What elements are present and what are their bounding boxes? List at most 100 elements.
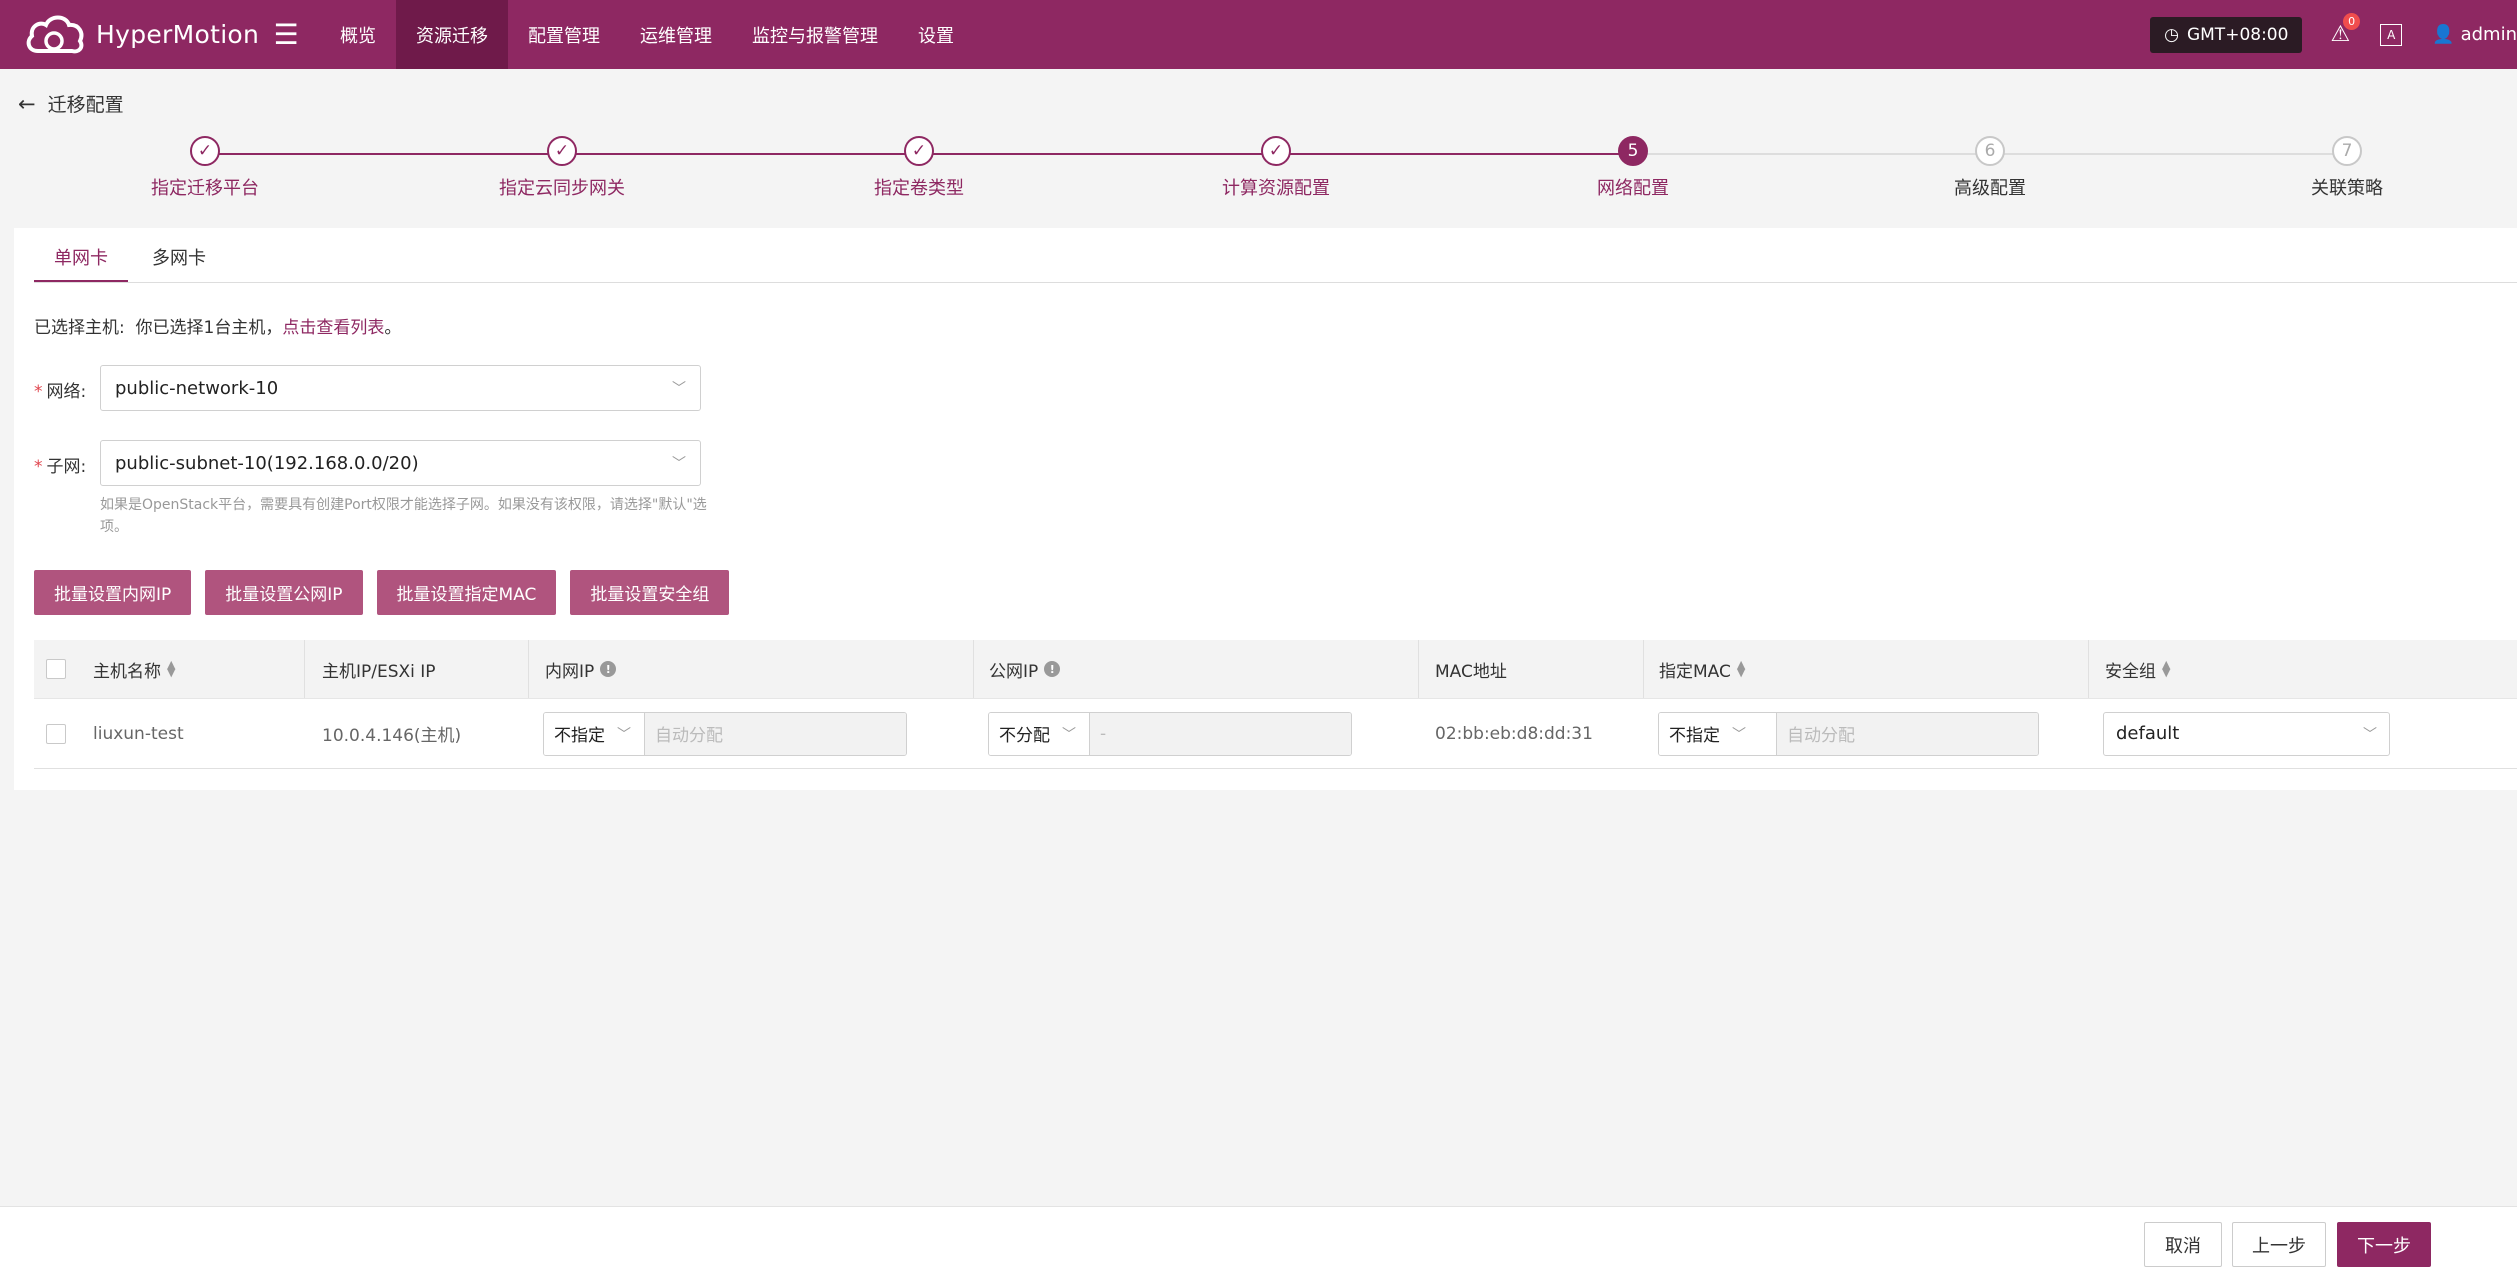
nav-item-resource-migration[interactable]: 资源迁移 bbox=[396, 0, 508, 69]
col-hostname-label: 主机名称 bbox=[93, 661, 161, 682]
public-ip-input[interactable]: - bbox=[1090, 712, 1351, 755]
back-arrow-icon[interactable]: ← bbox=[18, 92, 36, 116]
private-ip-mode-value: 不指定 bbox=[554, 726, 605, 746]
view-list-link[interactable]: 点击查看列表 bbox=[282, 318, 384, 338]
step-1: ✓ 指定迁移平台 bbox=[85, 136, 325, 200]
menu-toggle-icon[interactable]: ☰ bbox=[266, 20, 306, 49]
batch-public-ip-button[interactable]: 批量设置公网IP bbox=[205, 570, 363, 615]
batch-security-group-button[interactable]: 批量设置安全组 bbox=[570, 570, 730, 615]
step-4: ✓ 计算资源配置 bbox=[1156, 136, 1396, 200]
step-label: 指定迁移平台 bbox=[151, 178, 259, 199]
specified-mac-cell: 不指定 ﹀ 自动分配 bbox=[1658, 699, 2039, 768]
security-group-select[interactable]: default ﹀ bbox=[2103, 711, 2390, 756]
nic-tabs: 单网卡 多网卡 bbox=[34, 228, 230, 283]
subnet-label: * 子网: bbox=[34, 457, 87, 477]
info-icon[interactable]: ! bbox=[1044, 661, 1061, 677]
sort-icon: ▲ ▼ bbox=[1736, 658, 1746, 679]
clock-icon: ◷ bbox=[2164, 24, 2179, 45]
nav-item-config-management[interactable]: 配置管理 bbox=[508, 0, 620, 69]
public-ip-mode-value: 不分配 bbox=[999, 726, 1050, 746]
alert-button[interactable]: ⚠ 0 bbox=[2330, 13, 2361, 47]
step-label: 指定云同步网关 bbox=[499, 178, 625, 199]
mac-cell: 02:bb:eb:d8:dd:31 bbox=[1435, 723, 1593, 744]
tab-single-nic[interactable]: 单网卡 bbox=[34, 244, 128, 283]
col-hostname[interactable]: 主机名称 ▲ ▼ bbox=[93, 640, 175, 698]
selected-hosts-label: 已选择主机: bbox=[34, 318, 125, 338]
cloud-logo-icon bbox=[26, 15, 84, 53]
batch-private-ip-button[interactable]: 批量设置内网IP bbox=[34, 570, 192, 615]
check-icon: ✓ bbox=[904, 136, 934, 166]
nav-item-monitoring-alerts[interactable]: 监控与报警管理 bbox=[732, 0, 898, 69]
row-checkbox[interactable] bbox=[46, 723, 66, 744]
sort-icon: ▲ ▼ bbox=[2162, 658, 2171, 679]
page-header: ← 迁移配置 bbox=[18, 90, 124, 117]
network-label: * 网络: bbox=[34, 382, 87, 402]
footer-bar: 取消 上一步 下一步 bbox=[0, 1206, 2517, 1279]
nav-item-overview[interactable]: 概览 bbox=[320, 0, 396, 69]
next-step-button[interactable]: 下一步 bbox=[2337, 1222, 2431, 1267]
hosts-table: 主机名称 ▲ ▼ 主机IP/ESXi IP 内网IP! 公网IP! MAC地址 指定… bbox=[34, 640, 2517, 769]
col-specified-mac-label: 指定MAC bbox=[1659, 661, 1731, 682]
network-select[interactable]: public-network-10 ﹀ bbox=[100, 365, 701, 411]
step-number: 6 bbox=[1975, 136, 2005, 166]
step-5: 5 网络配置 bbox=[1513, 136, 1753, 200]
tab-divider bbox=[34, 282, 2517, 283]
subnet-label-text: 子网: bbox=[46, 457, 87, 477]
timezone-label: GMT+08:00 bbox=[2186, 24, 2289, 45]
subnet-hint: 如果是OpenStack平台，需要具有创建Port权限才能选择子网。如果没有该权… bbox=[100, 497, 707, 535]
network-select-value: public-network-10 bbox=[115, 377, 279, 399]
chevron-down-icon: ﹀ bbox=[1732, 726, 1746, 743]
table-row: liuxun-test 10.0.4.146(主机) 不指定 ﹀ 自动分配 不分配… bbox=[34, 699, 2517, 769]
col-mac-label: MAC地址 bbox=[1435, 661, 1507, 682]
col-public-ip-label: 公网IP bbox=[989, 661, 1039, 682]
step-number: 5 bbox=[1618, 136, 1648, 166]
batch-buttons: 批量设置内网IP 批量设置公网IP 批量设置指定MAC 批量设置安全组 bbox=[34, 570, 730, 615]
col-host-ip: 主机IP/ESXi IP bbox=[322, 640, 436, 698]
page-title: 迁移配置 bbox=[47, 94, 124, 116]
app-name: HyperMotion bbox=[96, 20, 260, 49]
step-label: 高级配置 bbox=[1954, 178, 2026, 199]
select-all-checkbox[interactable] bbox=[46, 659, 66, 679]
chevron-down-icon: ﹀ bbox=[2363, 726, 2377, 743]
col-private-ip-label: 内网IP bbox=[545, 661, 595, 682]
check-icon: ✓ bbox=[1261, 136, 1291, 166]
timezone-display[interactable]: ◷ GMT+08:00 bbox=[2150, 16, 2303, 53]
col-security-group[interactable]: 安全组 ▲ ▼ bbox=[2105, 640, 2170, 698]
subnet-select[interactable]: public-subnet-10(192.168.0.0/20) ﹀ bbox=[100, 440, 701, 486]
step-number: 7 bbox=[2332, 136, 2362, 166]
nav-item-ops-management[interactable]: 运维管理 bbox=[620, 0, 732, 69]
mac-mode-select[interactable]: 不指定 ﹀ bbox=[1659, 712, 1777, 755]
selected-hosts-text: 你已选择1台主机， bbox=[135, 318, 283, 338]
step-label: 网络配置 bbox=[1597, 178, 1669, 199]
info-icon[interactable]: ! bbox=[600, 661, 617, 677]
private-ip-input[interactable]: 自动分配 bbox=[645, 712, 906, 755]
col-private-ip: 内网IP! bbox=[545, 640, 617, 698]
public-ip-cell: 不分配 ﹀ - bbox=[988, 699, 1352, 768]
public-ip-mode-select[interactable]: 不分配 ﹀ bbox=[989, 712, 1090, 755]
language-icon[interactable]: A bbox=[2380, 23, 2403, 46]
wizard-steps: ✓ 指定迁移平台 ✓ 指定云同步网关 ✓ 指定卷类型 ✓ 计算资源配置 5 网络… bbox=[0, 136, 2517, 206]
mac-input[interactable]: 自动分配 bbox=[1777, 712, 2038, 755]
mac-combo: 不指定 ﹀ 自动分配 bbox=[1658, 711, 2039, 756]
cancel-button[interactable]: 取消 bbox=[2144, 1222, 2222, 1267]
nav-item-settings[interactable]: 设置 bbox=[898, 0, 974, 69]
tab-multi-nic[interactable]: 多网卡 bbox=[132, 244, 226, 282]
main-nav: 概览 资源迁移 配置管理 运维管理 监控与报警管理 设置 bbox=[320, 0, 974, 69]
sort-icon: ▲ ▼ bbox=[167, 658, 176, 679]
security-group-cell: default ﹀ bbox=[2103, 699, 2390, 768]
step-label: 计算资源配置 bbox=[1222, 178, 1330, 199]
private-ip-mode-select[interactable]: 不指定 ﹀ bbox=[544, 712, 645, 755]
public-ip-combo: 不分配 ﹀ - bbox=[988, 711, 1352, 756]
host-ip-cell: 10.0.4.146(主机) bbox=[322, 726, 462, 746]
col-specified-mac[interactable]: 指定MAC ▲ ▼ bbox=[1659, 640, 1745, 698]
user-menu[interactable]: 👤 admin bbox=[2432, 24, 2517, 45]
col-public-ip: 公网IP! bbox=[989, 640, 1061, 698]
batch-mac-button[interactable]: 批量设置指定MAC bbox=[376, 570, 557, 615]
subnet-select-value: public-subnet-10(192.168.0.0/20) bbox=[115, 452, 419, 474]
logo[interactable]: HyperMotion bbox=[0, 11, 262, 59]
security-group-value: default bbox=[2116, 723, 2180, 744]
prev-step-button[interactable]: 上一步 bbox=[2232, 1222, 2326, 1267]
network-label-text: 网络: bbox=[46, 382, 87, 402]
step-6: 6 高级配置 bbox=[1870, 136, 2110, 200]
step-label: 指定卷类型 bbox=[874, 178, 964, 199]
